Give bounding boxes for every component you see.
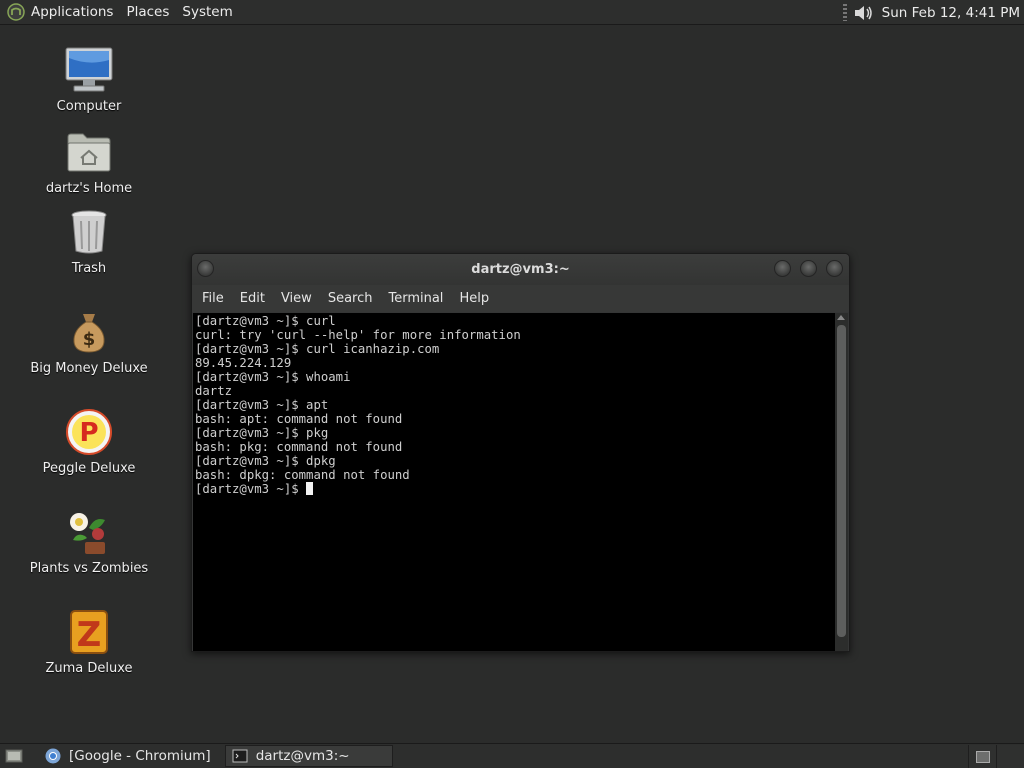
minimize-button[interactable] (774, 260, 791, 277)
panel-grip[interactable] (842, 4, 847, 21)
zuma-icon: Z (63, 606, 115, 658)
desktop-icon-plants-vs-zombies[interactable]: Plants vs Zombies (14, 506, 164, 576)
scroll-up-arrow-icon[interactable] (837, 315, 845, 320)
menu-help[interactable]: Help (459, 291, 489, 306)
applications-menu[interactable]: Applications (31, 0, 113, 25)
workspace-window-thumbnail (975, 750, 990, 763)
window-titlebar[interactable]: dartz@vm3:~ (192, 254, 849, 285)
money-bag-icon: $ (63, 306, 115, 358)
taskbar-terminal[interactable]: dartz@vm3:~ (224, 745, 393, 767)
terminal-prompt: [dartz@vm3 ~]$ (195, 482, 299, 496)
terminal-line: [dartz@vm3 ~]$ whoami (195, 370, 351, 384)
desktop-icon-peggle[interactable]: P Peggle Deluxe (14, 406, 164, 476)
desktop-icon-label: Plants vs Zombies (29, 561, 149, 576)
text-cursor (305, 482, 313, 495)
close-button[interactable] (826, 260, 843, 277)
menu-file[interactable]: File (202, 291, 224, 306)
terminal-line: [dartz@vm3 ~]$ pkg (195, 426, 329, 440)
chromium-icon (45, 748, 61, 764)
desktop-icon-label: Peggle Deluxe (42, 461, 136, 476)
computer-icon (63, 44, 115, 96)
terminal-prompt-line: [dartz@vm3 ~]$ (195, 482, 836, 496)
desktop-icon-computer[interactable]: Computer (14, 44, 164, 114)
desktop-icon-zuma[interactable]: Z Zuma Deluxe (14, 606, 164, 676)
svg-text:Z: Z (77, 615, 102, 655)
workspace-switcher (968, 745, 1024, 768)
terminal-menubar: File Edit View Search Terminal Help (192, 285, 849, 312)
scrollbar-thumb[interactable] (837, 325, 846, 637)
terminal-output[interactable]: [dartz@vm3 ~]$ curl curl: try 'curl --he… (193, 313, 836, 651)
terminal-line: dartz (195, 384, 233, 398)
maximize-button[interactable] (800, 260, 817, 277)
terminal-line: 89.45.224.129 (195, 356, 292, 370)
top-panel-tray: Sun Feb 12, 4:41 PM (842, 0, 1020, 25)
trash-icon (63, 206, 115, 258)
volume-icon[interactable] (853, 3, 875, 23)
scrollbar[interactable] (835, 313, 848, 651)
task-label: [Google - Chromium] (69, 748, 211, 764)
workspace-2[interactable] (996, 745, 1024, 768)
svg-text:$: $ (83, 329, 96, 350)
terminal-line: bash: apt: command not found (195, 412, 403, 426)
desktop-icon-trash[interactable]: Trash (14, 206, 164, 276)
workspace-1[interactable] (968, 745, 996, 768)
terminal-window: dartz@vm3:~ File Edit View Search Termin… (191, 253, 850, 652)
window-title: dartz@vm3:~ (471, 262, 570, 277)
top-panel: Applications Places System Sun Feb 12, 4… (0, 0, 1024, 25)
places-menu[interactable]: Places (126, 0, 169, 25)
system-menu[interactable]: System (182, 0, 232, 25)
desktop-icon-label: Trash (71, 261, 107, 276)
menu-terminal[interactable]: Terminal (388, 291, 443, 306)
task-label: dartz@vm3:~ (255, 748, 350, 764)
menu-search[interactable]: Search (328, 291, 373, 306)
terminal-line: bash: dpkg: command not found (195, 468, 410, 482)
svg-text:P: P (79, 418, 98, 448)
menu-edit[interactable]: Edit (240, 291, 265, 306)
plants-vs-zombies-icon (63, 506, 115, 558)
menu-view[interactable]: View (281, 291, 312, 306)
terminal-icon (232, 749, 248, 763)
desktop-icon-label: dartz's Home (45, 181, 133, 196)
terminal-line: [dartz@vm3 ~]$ curl icanhazip.com (195, 342, 440, 356)
bottom-panel: [Google - Chromium] dartz@vm3:~ (0, 743, 1024, 768)
terminal-line: [dartz@vm3 ~]$ apt (195, 398, 329, 412)
terminal-line: bash: pkg: command not found (195, 440, 403, 454)
show-desktop-icon[interactable] (5, 748, 23, 764)
desktop-icon-label: Big Money Deluxe (30, 361, 148, 376)
desktop-icon-big-money[interactable]: $ Big Money Deluxe (14, 306, 164, 376)
desktop-icon-label: Computer (56, 99, 122, 114)
taskbar-chromium[interactable]: [Google - Chromium] (39, 745, 217, 767)
desktop-icon-home[interactable]: dartz's Home (14, 126, 164, 196)
terminal-line: [dartz@vm3 ~]$ curl (195, 314, 336, 328)
peggle-icon: P (63, 406, 115, 458)
mate-logo-icon[interactable] (7, 3, 25, 21)
clock[interactable]: Sun Feb 12, 4:41 PM (882, 5, 1020, 21)
terminal-line: [dartz@vm3 ~]$ dpkg (195, 454, 336, 468)
home-folder-icon (63, 126, 115, 178)
desktop-icon-label: Zuma Deluxe (45, 661, 133, 676)
terminal-line: curl: try 'curl --help' for more informa… (195, 328, 521, 342)
